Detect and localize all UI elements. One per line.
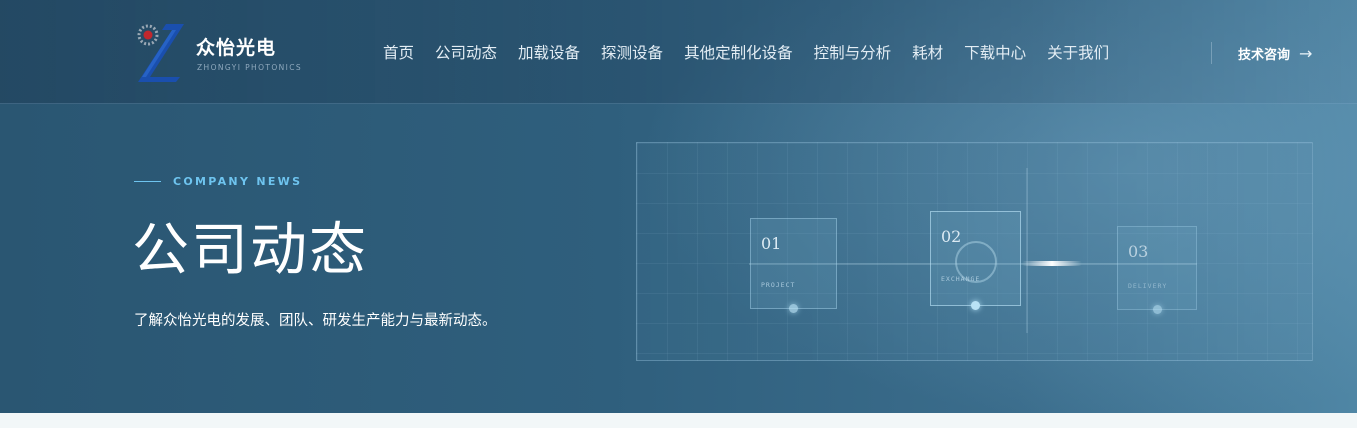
nav-item-company-news[interactable]: 公司动态 (435, 43, 497, 63)
nav-item-control-analysis[interactable]: 控制与分析 (814, 43, 892, 63)
step-label: DELIVERY (1128, 282, 1168, 290)
nav-item-downloads[interactable]: 下载中心 (964, 43, 1026, 63)
nav-item-loading-equipment[interactable]: 加载设备 (518, 43, 580, 63)
step-label: EXCHANGE (941, 275, 981, 283)
page-title: 公司动态 (132, 217, 368, 283)
brand-name: 众怡光电 (196, 37, 277, 59)
step-card-delivery: 03 DELIVERY (1117, 226, 1197, 310)
page-description: 了解众怡光电的发展、团队、研发生产能力与最新动态。 (134, 313, 497, 329)
hero-banner: 众怡光电 ZHONGYI PHOTONICS 首页 公司动态 加载设备 探测设备… (0, 0, 1357, 413)
brand-subtitle: ZHONGYI PHOTONICS (197, 63, 303, 72)
logo[interactable]: 众怡光电 ZHONGYI PHOTONICS (136, 22, 316, 82)
logo-mark-icon (137, 24, 184, 82)
step-number: 01 (761, 234, 782, 253)
process-illustration: 01 PROJECT 02 EXCHANGE 03 DELIVERY (636, 142, 1313, 361)
step-dot (971, 301, 980, 310)
eyebrow-text: COMPANY NEWS (173, 175, 303, 188)
main-nav: 首页 公司动态 加载设备 探测设备 其他定制化设备 控制与分析 耗材 下载中心 … (383, 43, 1130, 63)
step-dot (789, 304, 798, 313)
nav-item-detection-equipment[interactable]: 探测设备 (601, 43, 663, 63)
step-card-project: 01 PROJECT (750, 218, 837, 309)
step-number: 02 (941, 227, 962, 246)
tech-consult-label: 技术咨询 (1238, 48, 1291, 63)
nav-item-custom-equipment[interactable]: 其他定制化设备 (684, 43, 793, 63)
header-divider (1211, 42, 1212, 64)
site-header: 众怡光电 ZHONGYI PHOTONICS 首页 公司动态 加载设备 探测设备… (0, 0, 1357, 104)
tech-consult-button[interactable]: 技术咨询 → (1238, 44, 1312, 63)
nav-item-consumables[interactable]: 耗材 (912, 43, 943, 63)
section-eyebrow: COMPANY NEWS (134, 175, 302, 188)
arrow-right-icon: → (1299, 44, 1313, 63)
step-dot (1153, 305, 1162, 314)
nav-item-home[interactable]: 首页 (383, 43, 414, 63)
nav-item-about-us[interactable]: 关于我们 (1047, 43, 1109, 63)
step-label: PROJECT (761, 281, 796, 289)
step-card-exchange: 02 EXCHANGE (930, 211, 1021, 306)
eyebrow-line (134, 181, 161, 182)
step-number: 03 (1128, 242, 1149, 261)
